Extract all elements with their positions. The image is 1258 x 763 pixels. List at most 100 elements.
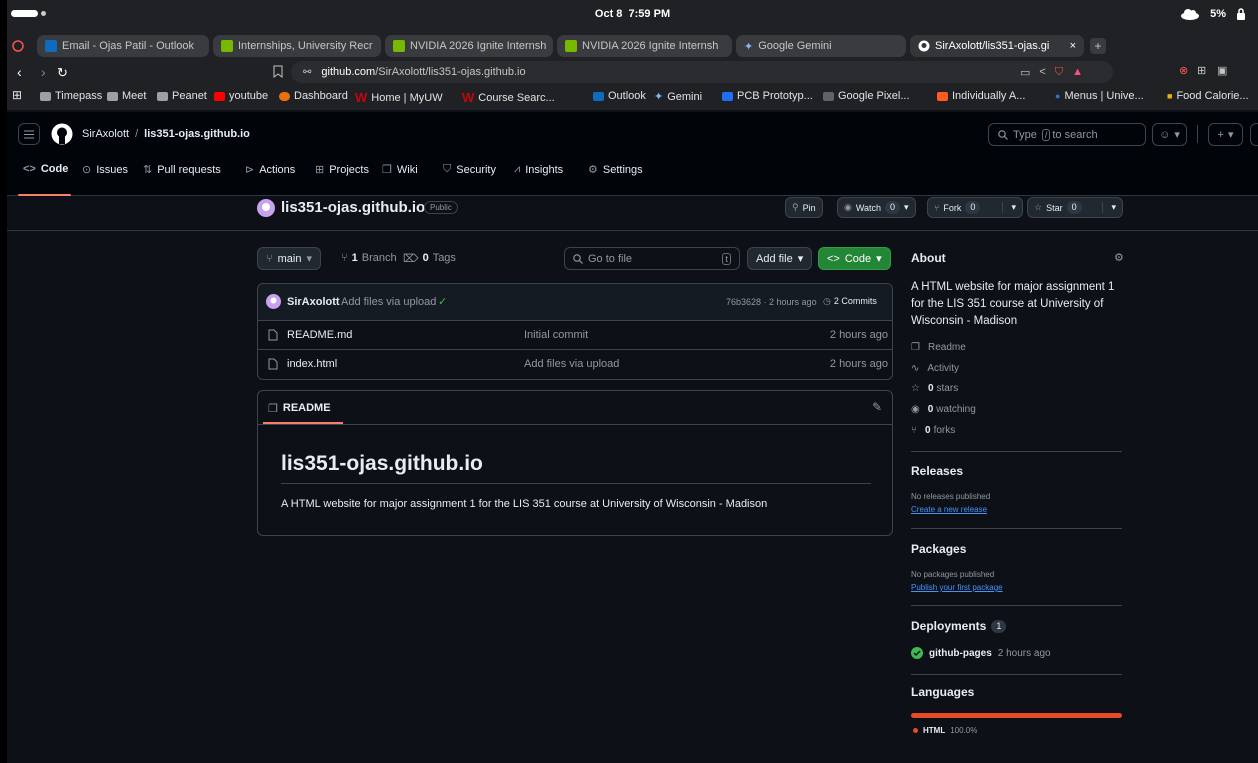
site-settings-icon[interactable]: ⚯ [303,67,311,78]
tab-gemini[interactable]: ✦ Google Gemini [736,35,906,57]
new-tab-button[interactable]: + [1090,38,1106,54]
code-label: Code [844,252,872,265]
tab-settings[interactable]: ⚙ Settings [588,163,643,177]
commit-author[interactable]: SirAxolott [287,296,340,308]
bookmark-youtube[interactable]: youtube [214,90,268,102]
bookmark-course-search[interactable]: W Course Searc... [462,90,555,105]
file-name[interactable]: index.html [287,358,337,370]
bookmark-individually[interactable]: Individually A... [937,90,1025,102]
address-bar[interactable]: ⚯ github.com/SirAxolott/lis351-ojas.gith… [291,61,1113,83]
star-button[interactable]: ☆ Star 0 ▾ [1027,197,1123,218]
divider [911,674,1122,675]
tab-issues[interactable]: ⊙ Issues [82,163,128,177]
readme-heading: lis351-ojas.github.io [281,452,483,475]
bookmark-peanet[interactable]: Peanet [157,90,207,102]
add-file-button[interactable]: Add file ▾ [747,247,813,270]
bookmark-gemini[interactable]: ✦ Gemini [654,90,702,104]
commit-message[interactable]: Add files via upload [341,296,436,308]
watch-button[interactable]: ◉ Watch 0 ▾ [837,197,916,218]
bookmark-pcb[interactable]: PCB Prototyp... [722,90,813,102]
repo-link[interactable]: lis351-ojas.github.io [144,128,250,140]
file-name[interactable]: README.md [287,329,352,341]
tab-nvidia-1[interactable]: NVIDIA 2026 Ignite Internsh [385,35,553,57]
branch-selector[interactable]: ⑂ main ▾ [257,247,321,270]
bookmark-google-pixel[interactable]: Google Pixel... [823,90,910,102]
cast-icon[interactable]: ▭ [1020,66,1030,79]
tab-outlook[interactable]: Email - Ojas Patil - Outlook [37,35,209,57]
table-row[interactable]: README.md Initial commit 2 hours ago [258,321,892,350]
tags-link[interactable]: ⌦ 0 Tags [403,252,456,265]
issues-shortcut-button[interactable] [1250,123,1258,146]
tab-wiki[interactable]: ❐ Wiki [382,163,418,177]
menu-button[interactable] [18,123,40,145]
bookmark-food[interactable]: ■ Food Calorie... [1167,90,1249,102]
brave-shield-icon[interactable]: ⛉ [1055,66,1063,79]
create-release-link[interactable]: Create a new release [911,505,987,514]
tab-projects[interactable]: ⊞ Projects [315,163,369,177]
deployments-header[interactable]: Deployments 1 [911,619,1007,633]
watching-link[interactable]: ◉ 0 watching [911,404,976,415]
share-icon[interactable]: < [1039,66,1045,78]
owner-link[interactable]: SirAxolott [82,128,129,140]
tab-github[interactable]: SirAxolott/lis351-ojas.gi × [910,35,1084,57]
readme-tab[interactable]: ❐ README [268,402,331,415]
tab-internships[interactable]: Internships, University Recr [213,35,381,57]
tab-close-icon[interactable]: × [1070,40,1076,52]
search-input[interactable]: Type / to search [988,123,1146,146]
bookmark-dashboard[interactable]: Dashboard [279,90,348,102]
tab-insights[interactable]: ⩘ Insights [514,163,563,176]
releases-title[interactable]: Releases [911,464,963,478]
code-button[interactable]: <> Code ▾ [818,247,891,270]
chevron-down-icon[interactable]: ▾ [1002,202,1016,213]
apps-grid-icon[interactable]: ⊞ [12,88,22,102]
tab-code[interactable]: <> Code [23,163,68,175]
deployment-item[interactable]: github-pages 2 hours ago [911,647,1051,659]
chevron-down-icon[interactable]: ▾ [1102,202,1116,213]
create-new-button[interactable]: + ▾ [1208,123,1243,146]
bookmark-myuw[interactable]: W Home | MyUW [355,90,443,105]
bookmark-outlook[interactable]: Outlook [593,90,646,102]
repo-title[interactable]: lis351-ojas.github.io [281,199,425,216]
readme-link[interactable]: ❐ Readme [911,342,966,353]
pin-button[interactable]: ⚲ Pin [785,197,823,218]
bookmark-meet[interactable]: Meet [107,90,146,102]
commit-hash-time[interactable]: 76b3628 · 2 hours ago [726,297,817,307]
bookmark-timepass[interactable]: Timepass [40,90,102,102]
readme-link-label: Readme [927,342,966,353]
tab-security[interactable]: ⛉ Security [443,163,496,176]
fork-button[interactable]: ⑂ Fork 0 ▾ [927,197,1023,218]
reload-icon[interactable]: ↻ [57,65,68,81]
lock-icon [1237,8,1245,20]
wallet-icon[interactable]: ▣ [1217,64,1227,77]
extensions-icon[interactable]: ⊞ [1197,64,1206,77]
table-row[interactable]: index.html Add files via upload 2 hours … [258,350,892,379]
publish-package-link[interactable]: Publish your first package [911,583,1003,592]
edit-pencil-icon[interactable]: ✎ [872,400,882,414]
forks-link[interactable]: ⑂ 0 forks [911,425,955,436]
go-to-file-input[interactable]: Go to file t [564,247,740,270]
bookmark-menus[interactable]: ● Menus | Unive... [1055,90,1144,102]
language-item[interactable]: HTML 100.0% [913,726,977,735]
commits-link[interactable]: ◷ 2 Commits [823,296,877,307]
stars-link[interactable]: ☆ 0 stars [911,383,958,394]
github-logo-icon[interactable] [51,123,73,145]
file-commit-message[interactable]: Initial commit [524,329,588,341]
file-commit-message[interactable]: Add files via upload [524,358,619,370]
packages-title[interactable]: Packages [911,542,966,556]
bookmark-icon[interactable] [273,65,283,78]
vpn-icon[interactable]: ⊗ [1179,64,1188,77]
branches-link[interactable]: ⑂ 1 Branch [341,252,397,264]
back-icon[interactable]: ‹ [17,64,22,80]
gear-icon[interactable]: ⚙ [1114,251,1124,264]
star-icon: ☆ [1034,202,1043,212]
tab-actions[interactable]: ⊳ Actions [245,163,295,177]
forward-icon[interactable]: › [41,64,46,80]
repo-avatar[interactable] [257,199,275,217]
copilot-button[interactable]: ☺ ▾ [1152,123,1187,146]
activity-link[interactable]: ∿ Activity [911,363,959,374]
check-icon[interactable]: ✓ [438,295,447,308]
rewards-icon[interactable]: ▲ [1072,66,1083,78]
tab-nvidia-2[interactable]: NVIDIA 2026 Ignite Internsh [557,35,732,57]
tab-pull-requests[interactable]: ⇅ Pull requests [143,163,221,177]
author-avatar[interactable] [266,294,281,309]
